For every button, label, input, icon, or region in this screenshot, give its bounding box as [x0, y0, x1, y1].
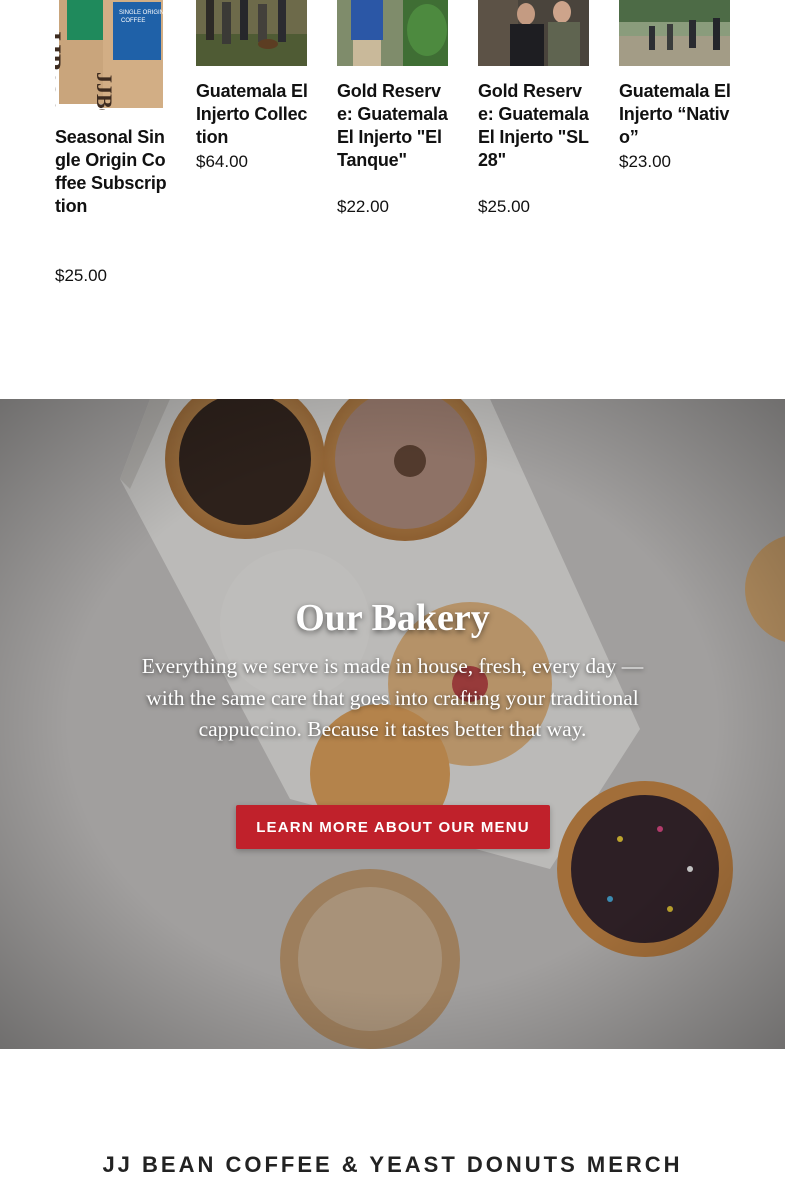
- product-price: $64.00: [196, 152, 248, 171]
- svg-text:JJBean: JJBean: [55, 28, 66, 110]
- bakery-title: Our Bakery: [295, 597, 490, 639]
- product-title[interactable]: Gold Reserve: Guatemala El Injerto "SL28…: [478, 80, 590, 172]
- svg-text:JJBe: JJBe: [92, 72, 117, 110]
- merch-section-heading: JJ BEAN COFFEE & YEAST DONUTS MERCH: [102, 1152, 683, 1177]
- bakery-description: Everything we serve is made in house, fr…: [141, 654, 644, 741]
- product-title[interactable]: Gold Reserve: Guatemala El Injerto "El T…: [337, 80, 449, 172]
- product-price: $23.00: [619, 152, 671, 171]
- product-title[interactable]: Guatemala El Injerto “Nativo”: [619, 80, 731, 149]
- farm-group-photo[interactable]: [196, 0, 307, 66]
- product-title[interactable]: Seasonal Single Origin Coffee Subscripti…: [55, 126, 167, 218]
- bakery-hero-section: Our Bakery Everything we serve is made i…: [0, 399, 785, 1049]
- learn-more-menu-button[interactable]: LEARN MORE ABOUT OUR MENU: [236, 805, 550, 849]
- product-price: $25.00: [55, 266, 107, 285]
- two-men-photo[interactable]: [478, 0, 589, 66]
- product-grid: JJBean SINGLE ORIGIN COFFEE JJBe Seasona…: [0, 0, 785, 400]
- svg-text:COFFEE: COFFEE: [121, 18, 145, 24]
- coffee-bags-image[interactable]: JJBean SINGLE ORIGIN COFFEE JJBe: [55, 0, 166, 110]
- svg-text:SINGLE ORIGIN: SINGLE ORIGIN: [119, 10, 164, 16]
- product-price: $25.00: [478, 197, 530, 216]
- farm-walk-photo[interactable]: [619, 0, 730, 66]
- product-price: $22.00: [337, 197, 389, 216]
- farmer-portrait-photo[interactable]: [337, 0, 448, 66]
- product-title[interactable]: Guatemala El Injerto Collection: [196, 80, 308, 149]
